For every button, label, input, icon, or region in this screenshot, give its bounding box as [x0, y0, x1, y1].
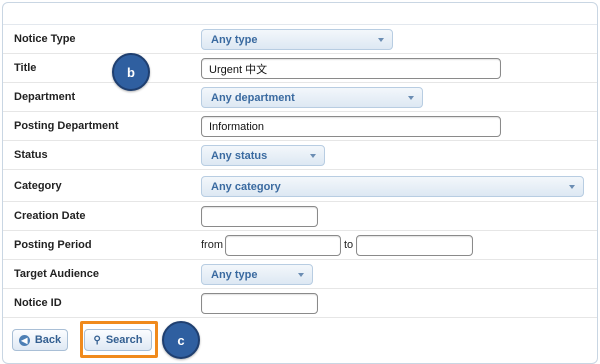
back-button-label: Back — [34, 334, 62, 346]
posting-period-to-input[interactable] — [356, 235, 473, 256]
department-label: Department — [14, 91, 76, 103]
category-value: Any category — [211, 180, 281, 193]
category-select[interactable]: Any category — [201, 176, 584, 197]
annotation-marker-c-text: c — [177, 332, 185, 348]
chevron-down-icon — [298, 273, 304, 277]
annotation-marker-b-text: b — [127, 64, 135, 80]
annotation-marker-c: c — [162, 321, 200, 359]
title-input[interactable]: Urgent 中文 — [201, 58, 501, 79]
posting-department-value: Information — [209, 120, 265, 133]
row-target-audience: Target Audience Any type — [3, 260, 597, 289]
notice-type-value: Any type — [211, 33, 258, 46]
posting-department-label: Posting Department — [14, 120, 119, 132]
row-category: Category Any category — [3, 170, 597, 202]
chevron-down-icon — [569, 185, 575, 189]
from-label: from — [201, 239, 223, 251]
row-creation-date: Creation Date — [3, 202, 597, 231]
creation-date-input[interactable] — [201, 206, 318, 227]
panel-header — [3, 3, 597, 25]
notice-id-input[interactable] — [201, 293, 318, 314]
status-value: Any status — [211, 149, 268, 162]
posting-period-from-input[interactable] — [225, 235, 341, 256]
annotation-marker-b: b — [112, 53, 150, 91]
target-audience-label: Target Audience — [14, 268, 99, 280]
department-select[interactable]: Any department — [201, 87, 423, 108]
title-input-value: Urgent 中文 — [209, 63, 268, 76]
row-posting-period: Posting Period from to — [3, 231, 597, 260]
target-audience-value: Any type — [211, 268, 258, 281]
status-label: Status — [14, 149, 48, 161]
to-label: to — [344, 239, 354, 251]
magnifier-icon: ⚲ — [93, 334, 101, 346]
row-notice-type: Notice Type Any type — [3, 25, 597, 54]
row-posting-department: Posting Department Information — [3, 112, 597, 141]
row-department: Department Any department — [3, 83, 597, 112]
search-button[interactable]: ⚲ Search — [84, 329, 152, 351]
posting-period-label: Posting Period — [14, 239, 92, 251]
posting-department-input[interactable]: Information — [201, 116, 501, 137]
circle-arrow-left-icon: ◀ — [18, 334, 30, 346]
search-button-label: Search — [105, 334, 143, 346]
status-select[interactable]: Any status — [201, 145, 325, 166]
row-status: Status Any status — [3, 141, 597, 170]
title-label: Title — [14, 62, 37, 74]
back-button[interactable]: ◀ Back — [12, 329, 68, 351]
target-audience-select[interactable]: Any type — [201, 264, 313, 285]
notice-type-label: Notice Type — [14, 33, 76, 45]
chevron-down-icon — [310, 154, 316, 158]
category-label: Category — [14, 179, 62, 192]
row-title: Title Urgent 中文 — [3, 54, 597, 83]
notice-id-label: Notice ID — [14, 297, 62, 309]
department-value: Any department — [211, 91, 295, 104]
search-form-panel: Notice Type Any type Title Urgent 中文 Dep… — [2, 2, 598, 364]
chevron-down-icon — [408, 96, 414, 100]
row-notice-id: Notice ID — [3, 289, 597, 318]
notice-type-select[interactable]: Any type — [201, 29, 393, 50]
chevron-down-icon — [378, 38, 384, 42]
creation-date-label: Creation Date — [14, 210, 86, 222]
